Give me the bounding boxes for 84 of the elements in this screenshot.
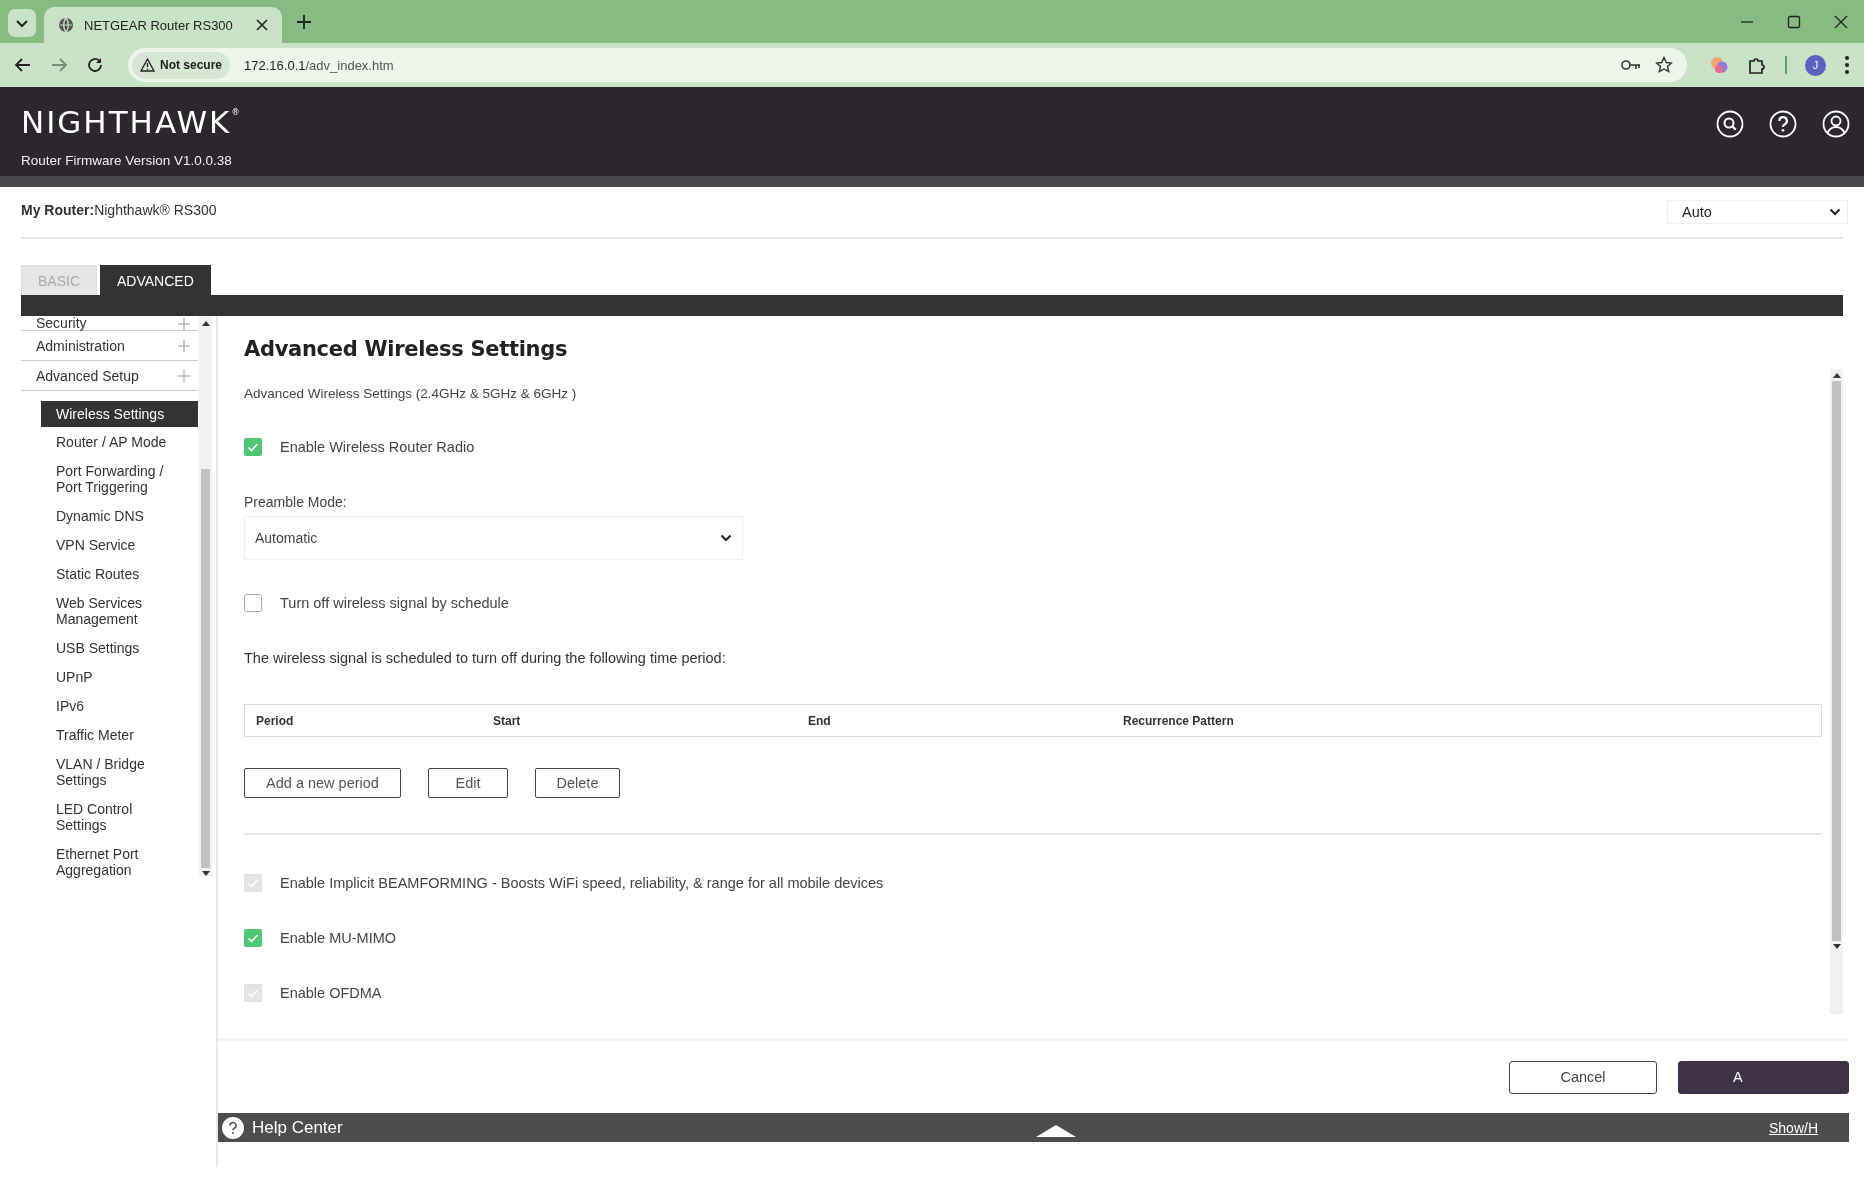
sidebar-section[interactable]: Administration [21,331,198,361]
address-bar[interactable]: Not secure 172.16.0.1/adv_index.htm [128,48,1687,82]
profile-avatar[interactable]: J [1805,54,1826,76]
sidebar-item[interactable]: VPN Service [41,531,198,559]
preamble-select[interactable]: Automatic [244,516,743,560]
reload-icon[interactable] [86,56,104,74]
security-chip[interactable]: Not secure [132,51,231,79]
section-subtitle: Advanced Wireless Settings (2.4GHz & 5GHz & 6GHz ) [244,386,578,401]
logo: NIGHTHAWK$^{®}$ [21,104,242,140]
checkbox[interactable] [244,929,262,947]
sidebar-item[interactable]: USB Settings [41,634,198,662]
button[interactable]: Edit [428,768,508,799]
sidebar-section[interactable]: Security [21,316,198,331]
sidebar-item[interactable]: Wireless Settings [41,401,198,427]
sidebar-section[interactable]: Advanced Setup [21,361,198,391]
plus-icon [178,318,190,330]
user-icon[interactable] [1822,110,1850,138]
checkbox-label: Enable Implicit BEAMFORMING - Boosts WiFi speed, reliability, & range for all mobile devices [280,875,884,891]
column-header: Period [256,713,295,728]
firmware-version: Router Firmware Version V1.0.0.38 [21,153,233,168]
apply-button[interactable]: A [1678,1060,1849,1094]
globe-icon [58,17,74,33]
search-icon[interactable] [1716,110,1744,138]
checkbox[interactable] [244,438,262,456]
new-tab-icon[interactable] [296,13,312,30]
tab-title: NETGEAR Router RS300 [84,17,234,33]
scroll-down-icon[interactable] [201,871,210,876]
checkbox-label: Enable MU-MIMO [280,930,397,946]
sidebar-item[interactable]: UPnP [41,663,198,691]
plus-icon [178,339,190,352]
plus-icon [178,369,190,382]
tab-list-icon[interactable] [8,8,36,37]
scrollbar[interactable] [199,316,212,876]
chevron-down-icon [720,534,732,542]
sidebar-item[interactable]: Static Routes [41,560,198,588]
field-label: Preamble Mode: [244,494,348,510]
back-icon[interactable] [14,56,32,74]
scroll-up-icon[interactable] [1832,373,1841,378]
checkbox-label: Enable Wireless Router Radio [280,439,475,455]
scroll-up-icon[interactable] [201,321,210,326]
cancel-button[interactable]: Cancel [1509,1060,1657,1094]
sidebar-item[interactable]: VLAN / Bridge Settings [41,750,198,794]
key-icon[interactable] [1621,59,1641,71]
sidebar-item[interactable]: Port Forwarding / Port Triggering [41,457,198,501]
browser-tab[interactable]: NETGEAR Router RS300 [44,7,282,43]
button[interactable]: Add a new period [244,768,401,799]
sidebar-item[interactable]: LED Control Settings [41,795,198,839]
chevron-down-icon [1829,208,1841,216]
scroll-thumb[interactable] [201,469,210,868]
sidebar-item[interactable]: Ethernet Port Aggregation [41,840,198,884]
language-select[interactable]: Auto [1667,200,1848,224]
more-icon[interactable] [1844,55,1850,75]
button[interactable]: Delete [535,768,620,799]
close-icon[interactable] [256,19,268,31]
page-title: Advanced Wireless Settings [244,337,569,361]
expand-icon[interactable] [1035,1124,1076,1137]
show-hide-link[interactable]: Show/H [1769,1119,1837,1136]
star-icon[interactable] [1655,56,1673,74]
forward-icon[interactable] [50,56,68,74]
checkbox-label: Enable OFDMA [280,985,382,1001]
column-header: Recurrence Pattern [1123,713,1235,728]
help-icon[interactable] [1769,110,1797,138]
sidebar-item[interactable]: Web Services Management [41,589,198,633]
checkbox[interactable] [244,594,262,612]
close-icon[interactable] [1834,14,1848,29]
help-icon[interactable] [222,1116,244,1139]
scroll-thumb[interactable] [1832,381,1841,941]
url-text: 172.16.0.1/adv_index.htm [244,57,394,73]
checkbox-label: Turn off wireless signal by schedule [280,595,509,611]
puzzle-icon[interactable] [1747,55,1767,75]
schedule-note: The wireless signal is scheduled to turn off during the following time period: [244,650,727,666]
sidebar-item[interactable]: Traffic Meter [41,721,198,749]
scrollbar[interactable] [1830,369,1843,1014]
tab[interactable]: ADVANCED [100,265,211,295]
scroll-down-icon[interactable] [1832,944,1841,949]
router-name: My Router:Nighthawk® RS300 [21,201,217,218]
column-header: End [808,713,832,728]
warning-icon [140,58,155,72]
maximize-icon[interactable] [1787,14,1801,29]
sidebar-item[interactable]: Dynamic DNS [41,502,198,530]
sidebar-item[interactable]: IPv6 [41,692,198,720]
sidebar-item[interactable]: Router / AP Mode [41,428,198,456]
help-title: Help Center [252,1117,343,1138]
column-header: Start [493,713,522,728]
